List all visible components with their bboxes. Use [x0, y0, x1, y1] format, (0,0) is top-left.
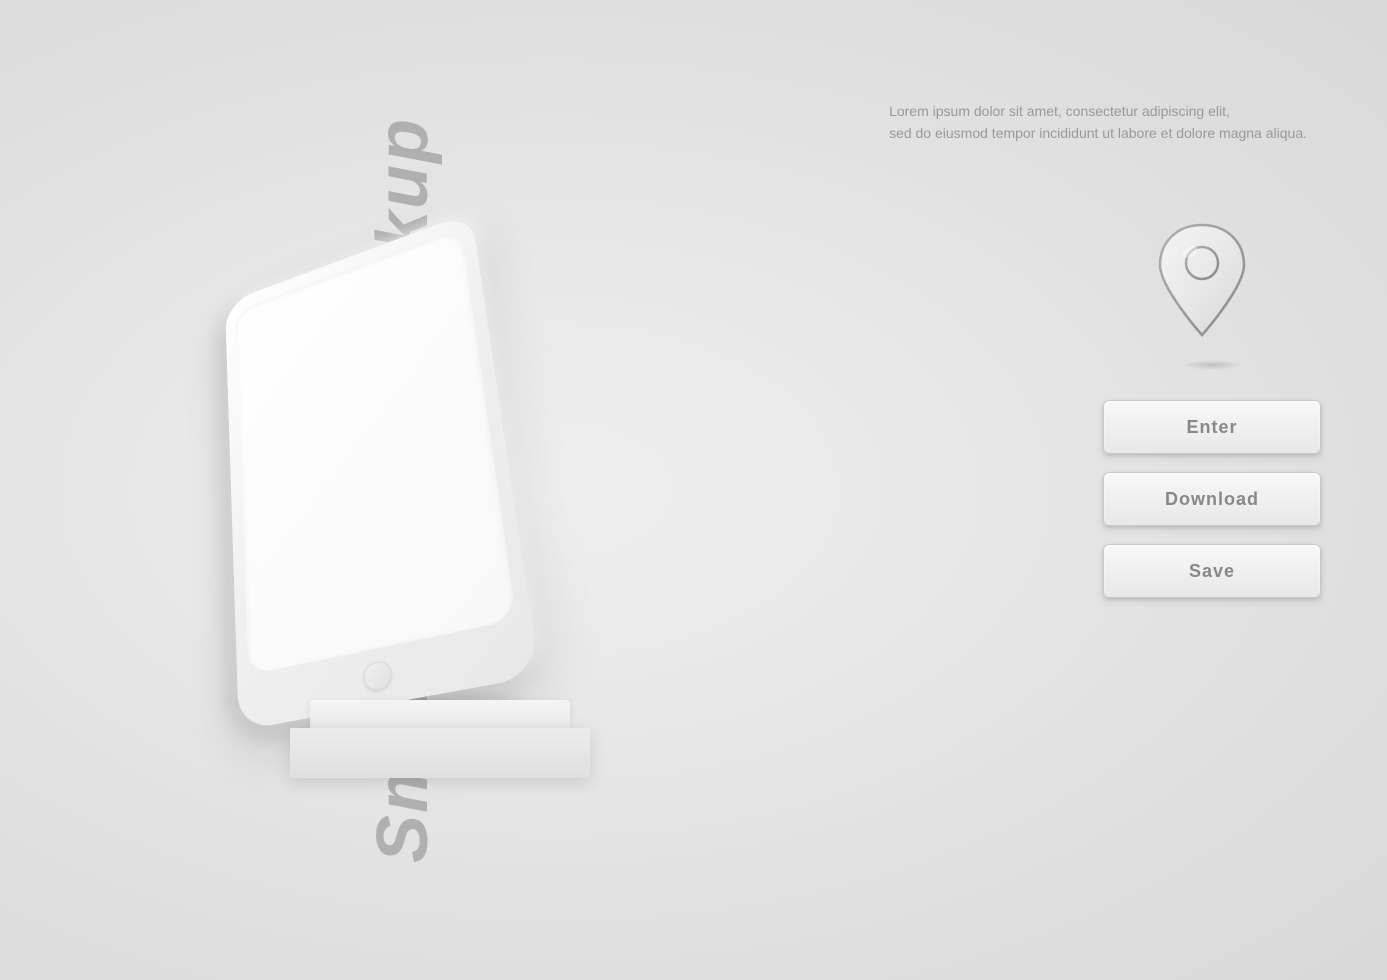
phone-body [225, 212, 540, 731]
phone-mockup [225, 212, 540, 731]
pedestal-top [310, 700, 570, 730]
download-button[interactable]: Download [1103, 472, 1321, 526]
enter-button[interactable]: Enter [1103, 400, 1321, 454]
phone-home-button [363, 659, 393, 692]
phone-screen [235, 228, 516, 675]
pedestal-bottom [290, 728, 590, 778]
pin-shadow [1182, 360, 1242, 370]
phone-pedestal [290, 700, 590, 780]
phone-scene [160, 80, 840, 900]
right-panel: Enter Download Save [1097, 220, 1327, 598]
location-pin-icon [1152, 220, 1272, 370]
save-button[interactable]: Save [1103, 544, 1321, 598]
description-text: Lorem ipsum dolor sit amet, consectetur … [889, 100, 1307, 145]
